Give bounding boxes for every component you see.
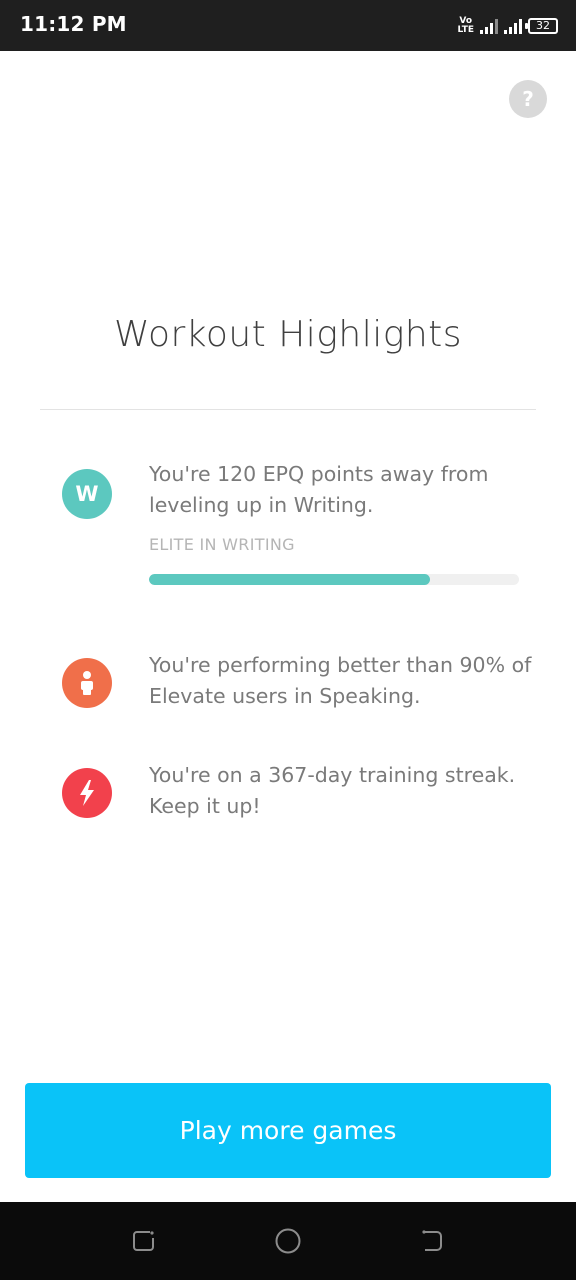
streak-highlight-text: You're on a 367-day training streak. Kee… [149,763,516,818]
help-button[interactable]: ? [509,80,547,118]
writing-highlight-text: You're 120 EPQ points away from leveling… [149,462,489,517]
level-label: ELITE IN WRITING [149,535,295,554]
status-time: 11:12 PM [20,12,127,36]
status-icons: Vo LTE 32 [457,13,558,39]
divider [40,409,536,410]
progress-fill [149,574,431,585]
recent-apps-button[interactable] [131,1228,157,1254]
writing-progress-bar [149,574,519,585]
battery-icon: 32 [525,18,558,34]
signal-2-icon [504,18,522,34]
play-more-games-button[interactable]: Play more games [25,1083,551,1178]
person-icon [62,658,112,708]
volte-icon: Vo LTE [457,17,474,35]
volte-bottom-label: LTE [457,25,474,35]
page-title: Workout Highlights [113,314,463,355]
navigation-bar [0,1202,576,1280]
writing-icon-letter: W [75,482,99,506]
status-bar: 11:12 PM Vo LTE 32 [0,0,576,51]
lightning-icon [62,768,112,818]
writing-icon: W [62,469,112,519]
back-button[interactable] [419,1228,445,1254]
home-button[interactable] [275,1228,301,1254]
speaking-highlight-text: You're performing better than 90% of Ele… [149,653,532,708]
signal-1-icon [480,18,498,34]
